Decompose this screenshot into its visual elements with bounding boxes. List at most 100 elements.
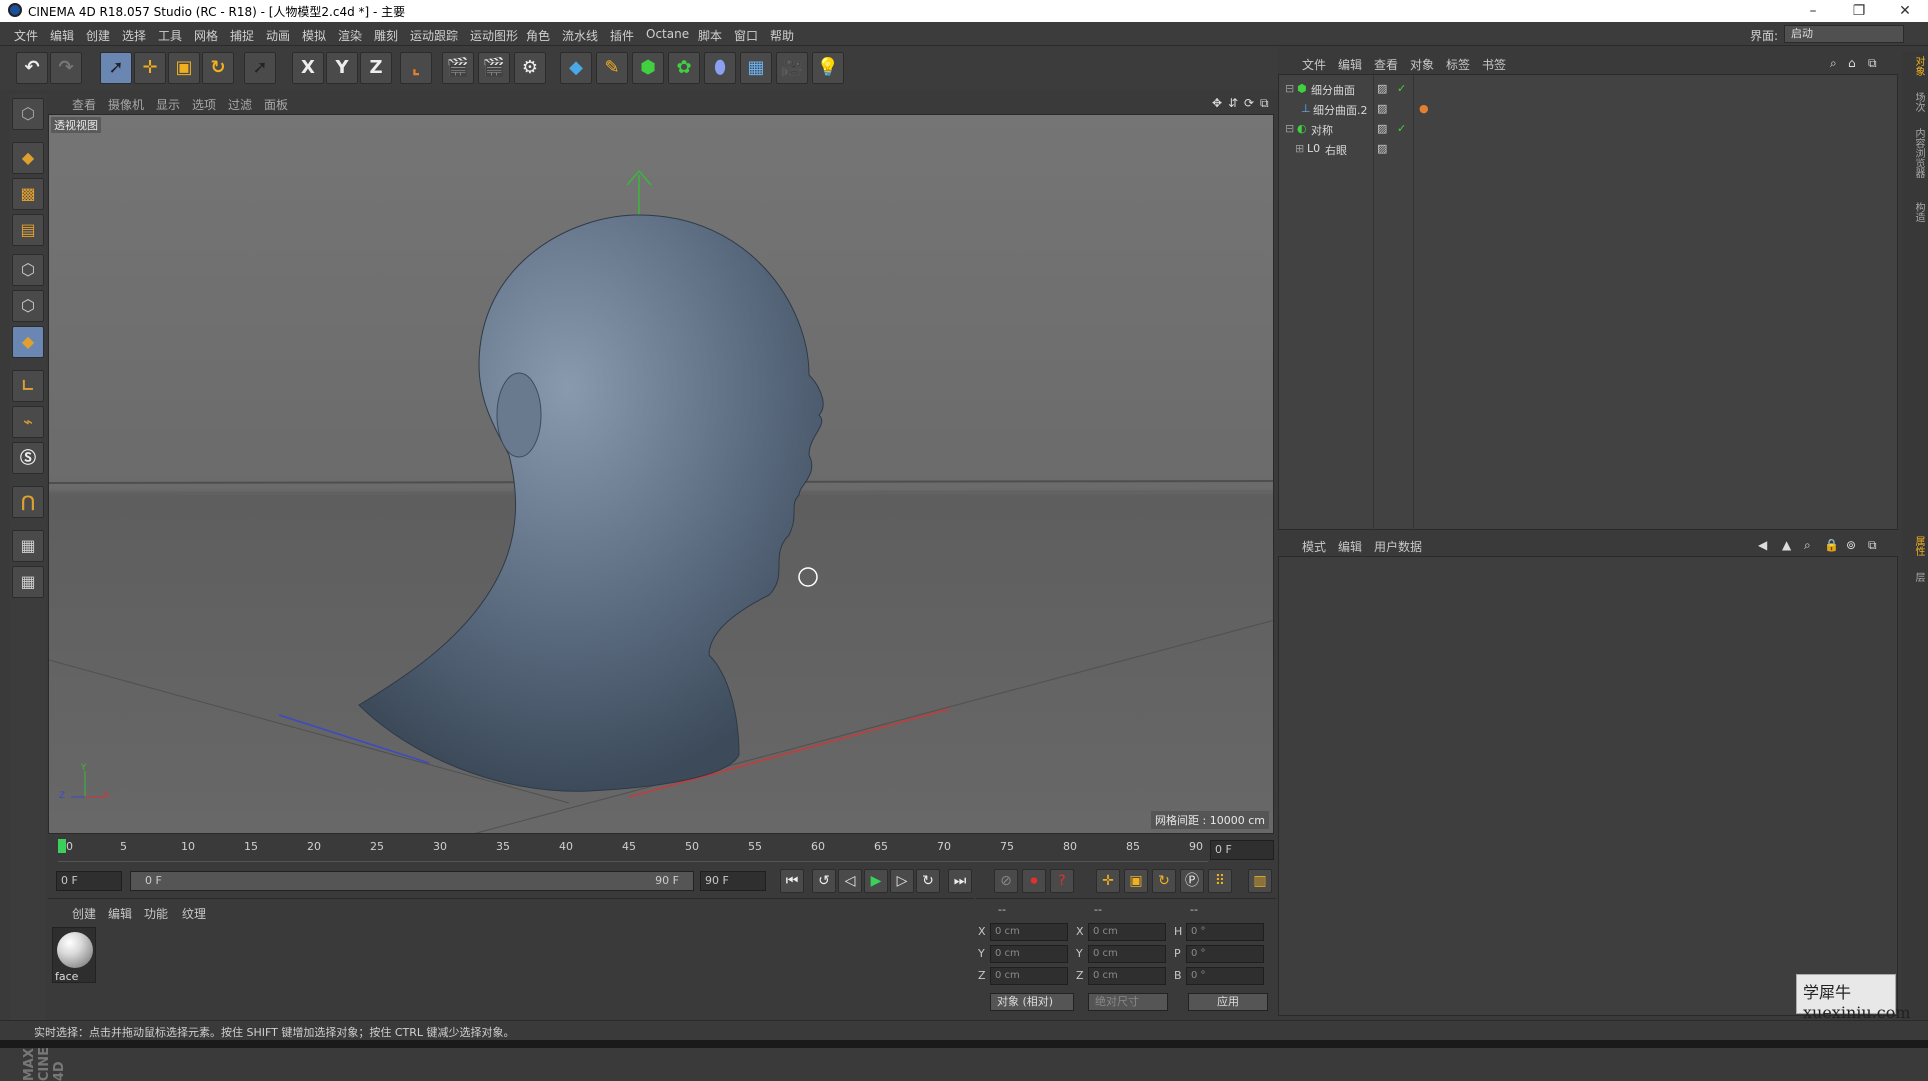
previous-key-button[interactable]: ↺: [812, 869, 836, 893]
expand-icon[interactable]: ⊟: [1285, 82, 1294, 95]
material-menu-create[interactable]: 创建: [72, 905, 96, 922]
deformer-button[interactable]: ⬮: [704, 52, 736, 84]
objmgr-menu-objects[interactable]: 对象: [1410, 56, 1434, 73]
menu-mograph[interactable]: 运动图形: [470, 27, 518, 44]
live-selection-button[interactable]: ➚: [100, 52, 132, 84]
menu-tools[interactable]: 工具: [158, 27, 182, 44]
perspective-viewport[interactable]: 透视视图 Y Z X 网格间距 : 10000 cm: [48, 114, 1274, 834]
size-mode-select[interactable]: 绝对尺寸: [1088, 993, 1168, 1011]
viewport-pan-icon[interactable]: ✥: [1212, 96, 1222, 110]
polygons-mode-button[interactable]: ◆: [12, 326, 44, 358]
objmgr-menu-bookmarks[interactable]: 书签: [1482, 56, 1506, 73]
record-disabled-button[interactable]: ⊘: [994, 869, 1018, 893]
menu-character[interactable]: 角色: [526, 27, 550, 44]
recent-tool-button[interactable]: ➚: [244, 52, 276, 84]
editor-visibility-icon[interactable]: ▨: [1377, 122, 1387, 135]
end-frame-field[interactable]: 90 F: [700, 871, 766, 891]
texture-mode-button[interactable]: ▩: [12, 178, 44, 210]
coordinate-mode-select[interactable]: 对象 (相对): [990, 993, 1074, 1011]
close-button[interactable]: ✕: [1882, 0, 1928, 22]
menu-edit[interactable]: 编辑: [50, 27, 74, 44]
light-button[interactable]: 💡: [812, 52, 844, 84]
redo-button[interactable]: ↷: [50, 52, 82, 84]
attr-menu-edit[interactable]: 编辑: [1338, 538, 1362, 555]
apply-button[interactable]: 应用: [1188, 993, 1268, 1011]
menu-pipeline[interactable]: 流水线: [562, 27, 598, 44]
menu-motion-tracking[interactable]: 运动跟踪: [410, 27, 458, 44]
pos-y-field[interactable]: 0 cm: [990, 945, 1068, 963]
size-x-field[interactable]: 0 cm: [1088, 923, 1166, 941]
tweak-mode-button[interactable]: ⌁: [12, 406, 44, 438]
timeline-window-button[interactable]: ▥: [1248, 869, 1272, 893]
pos-x-field[interactable]: 0 cm: [990, 923, 1068, 941]
enabled-check-icon[interactable]: ✓: [1397, 122, 1406, 135]
material-tag-icon[interactable]: ●: [1419, 102, 1429, 115]
menu-script[interactable]: 脚本: [698, 27, 722, 44]
y-axis-button[interactable]: Y: [326, 52, 358, 84]
menu-simulate[interactable]: 模拟: [302, 27, 326, 44]
playhead[interactable]: [58, 839, 66, 853]
viewport-menu-options[interactable]: 选项: [192, 96, 216, 113]
material-menu-function[interactable]: 功能: [144, 905, 168, 922]
objmgr-menu-edit[interactable]: 编辑: [1338, 56, 1362, 73]
menu-snap[interactable]: 捕捉: [230, 27, 254, 44]
timeline-ruler[interactable]: 0 5 10 15 20 25 30 35 40 45 50 55 60 65 …: [48, 838, 1276, 862]
camera-button[interactable]: 🎥: [776, 52, 808, 84]
editor-visibility-icon[interactable]: ▨: [1377, 102, 1387, 115]
play-button[interactable]: ▶: [864, 869, 888, 893]
magnet-button[interactable]: ⋂: [12, 486, 44, 518]
objmgr-menu-tags[interactable]: 标签: [1446, 56, 1470, 73]
key-position-button[interactable]: ✛: [1096, 869, 1120, 893]
go-to-end-button[interactable]: ⏭: [948, 869, 972, 893]
expand-icon[interactable]: ⊞: [1295, 142, 1304, 155]
next-key-button[interactable]: ↻: [916, 869, 940, 893]
range-slider[interactable]: 0 F 90 F: [130, 871, 694, 891]
object-row[interactable]: ⊞ L0 右眼 ▨: [1279, 139, 1899, 159]
undo-button[interactable]: ↶: [16, 52, 48, 84]
material-swatch-face[interactable]: face: [52, 927, 96, 983]
viewport-dolly-icon[interactable]: ⇵: [1228, 96, 1238, 110]
key-rotation-button[interactable]: ↻: [1152, 869, 1176, 893]
menu-animate[interactable]: 动画: [266, 27, 290, 44]
next-frame-button[interactable]: ▷: [890, 869, 914, 893]
objmgr-maximize-icon[interactable]: ⧉: [1868, 56, 1877, 71]
cube-button[interactable]: ◆: [560, 52, 592, 84]
coordinate-system-button[interactable]: ⌞: [400, 52, 432, 84]
pos-z-field[interactable]: 0 cm: [990, 967, 1068, 985]
menu-plugins[interactable]: 插件: [610, 27, 634, 44]
attr-search-icon[interactable]: ⌕: [1804, 538, 1811, 553]
planar-workplane-button[interactable]: ▦: [12, 566, 44, 598]
make-editable-button[interactable]: ⬡: [12, 98, 44, 130]
attr-maximize-icon[interactable]: ⧉: [1868, 538, 1877, 553]
editor-visibility-icon[interactable]: ▨: [1377, 82, 1387, 95]
render-picture-button[interactable]: 🎬: [478, 52, 510, 84]
tab-content-browser[interactable]: 内容浏览器: [1904, 128, 1926, 178]
attr-up-icon[interactable]: ▲: [1782, 538, 1791, 552]
enabled-check-icon[interactable]: ✓: [1397, 82, 1406, 95]
model-mode-button[interactable]: ◆: [12, 142, 44, 174]
material-menu-texture[interactable]: 纹理: [182, 905, 206, 922]
objmgr-home-icon[interactable]: ⌂: [1848, 56, 1856, 70]
menu-sculpt[interactable]: 雕刻: [374, 27, 398, 44]
editor-visibility-icon[interactable]: ▨: [1377, 142, 1387, 155]
viewport-menu-filter[interactable]: 过滤: [228, 96, 252, 113]
attr-menu-mode[interactable]: 模式: [1302, 538, 1326, 555]
menu-octane[interactable]: Octane: [646, 27, 689, 41]
viewport-maximize-icon[interactable]: ⧉: [1260, 96, 1269, 111]
workplane-button[interactable]: ▤: [12, 214, 44, 246]
key-scale-button[interactable]: ▣: [1124, 869, 1148, 893]
objmgr-search-icon[interactable]: ⌕: [1830, 56, 1837, 71]
maximize-button[interactable]: ❐: [1836, 0, 1882, 22]
key-parameter-button[interactable]: Ⓟ: [1180, 869, 1204, 893]
points-mode-button[interactable]: ⬡: [12, 254, 44, 286]
attr-new-icon[interactable]: ⊚: [1846, 538, 1856, 552]
size-y-field[interactable]: 0 cm: [1088, 945, 1166, 963]
rot-h-field[interactable]: 0 °: [1186, 923, 1264, 941]
lock-workplane-button[interactable]: ▦: [12, 530, 44, 562]
previous-frame-button[interactable]: ◁: [838, 869, 862, 893]
viewport-menu-camera[interactable]: 摄像机: [108, 96, 144, 113]
object-row[interactable]: ⊟ ⬢ 细分曲面 ▨ ✓: [1279, 79, 1899, 99]
objmgr-menu-file[interactable]: 文件: [1302, 56, 1326, 73]
rotate-button[interactable]: ↻: [202, 52, 234, 84]
record-button[interactable]: ⏺: [1022, 869, 1046, 893]
